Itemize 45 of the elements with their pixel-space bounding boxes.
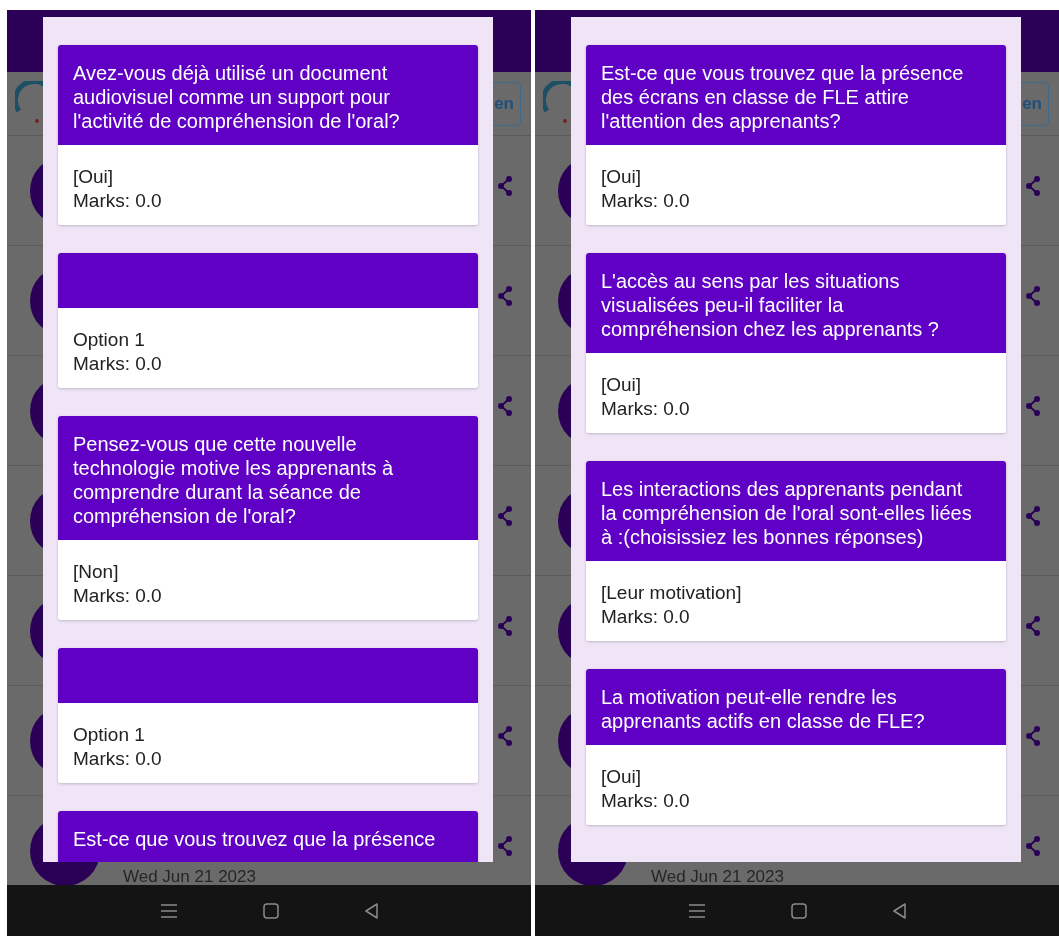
date-text: Wed Jun 21 2023 (651, 868, 784, 885)
marks-text: Marks: 0.0 (601, 605, 691, 629)
marks-text: Marks: 0.0 (601, 189, 691, 213)
marks-text: Marks: 0.0 (601, 397, 691, 421)
share-icon[interactable] (1025, 286, 1041, 306)
marks-text: Marks: 0.0 (73, 189, 163, 213)
date-text: Wed Jun 21 2023 (123, 868, 256, 885)
menu-icon[interactable] (687, 902, 706, 919)
share-icon[interactable] (497, 176, 513, 196)
share-icon[interactable] (497, 726, 513, 746)
marks-text: Marks: 0.0 (73, 747, 163, 771)
question-text: Avez-vous déjà utilisé un document audiovisuel comme un support pour l'activité de compréhension de l'oral? (73, 61, 401, 133)
home-icon[interactable] (790, 902, 807, 919)
share-icon[interactable] (1025, 176, 1041, 196)
share-icon[interactable] (497, 396, 513, 416)
question-text: Pensez-vous que cette nouvelle technologie motive les apprenants à comprendre durant la séance de compréhension de l'oral? (73, 432, 395, 528)
menu-icon[interactable] (159, 902, 178, 919)
marks-text: Marks: 0.0 (73, 352, 163, 376)
share-icon[interactable] (1025, 726, 1041, 746)
marks-text: Marks: 0.0 (601, 789, 691, 813)
share-icon[interactable] (497, 286, 513, 306)
question-text: La motivation peut-elle rendre les apprenants actifs en classe de FLE? (601, 685, 926, 733)
back-icon[interactable] (363, 902, 379, 919)
share-icon[interactable] (1025, 616, 1041, 636)
answer-text: Option 1 (73, 723, 146, 747)
answer-text: [Oui] (601, 165, 643, 189)
answer-text: [Oui] (601, 765, 643, 789)
back-icon[interactable] (891, 902, 907, 919)
home-icon[interactable] (262, 902, 279, 919)
question-text: L'accès au sens par les situations visualisées peu-il faciliter la compréhension chez les apprenants ? (601, 269, 940, 341)
share-icon[interactable] (1025, 506, 1041, 526)
share-icon[interactable] (1025, 396, 1041, 416)
question-text: Est-ce que vous trouvez que la présence (73, 827, 437, 851)
share-icon[interactable] (1025, 836, 1041, 856)
question-text: Est-ce que vous trouvez que la présence des écrans en classe de FLE attire l'attention des apprenants? (601, 61, 965, 133)
share-icon[interactable] (497, 836, 513, 856)
answer-text: [Leur motivation] (601, 581, 743, 605)
share-icon[interactable] (497, 506, 513, 526)
answer-text: [Non] (73, 560, 120, 584)
question-text: Les interactions des apprenants pendant la compréhension de l'oral sont-elles liées à :(choisissiez les bonnes réponses) (601, 477, 973, 549)
answer-text: [Oui] (73, 165, 115, 189)
answer-text: [Oui] (601, 373, 643, 397)
share-icon[interactable] (497, 616, 513, 636)
marks-text: Marks: 0.0 (73, 584, 163, 608)
answer-text: Option 1 (73, 328, 146, 352)
